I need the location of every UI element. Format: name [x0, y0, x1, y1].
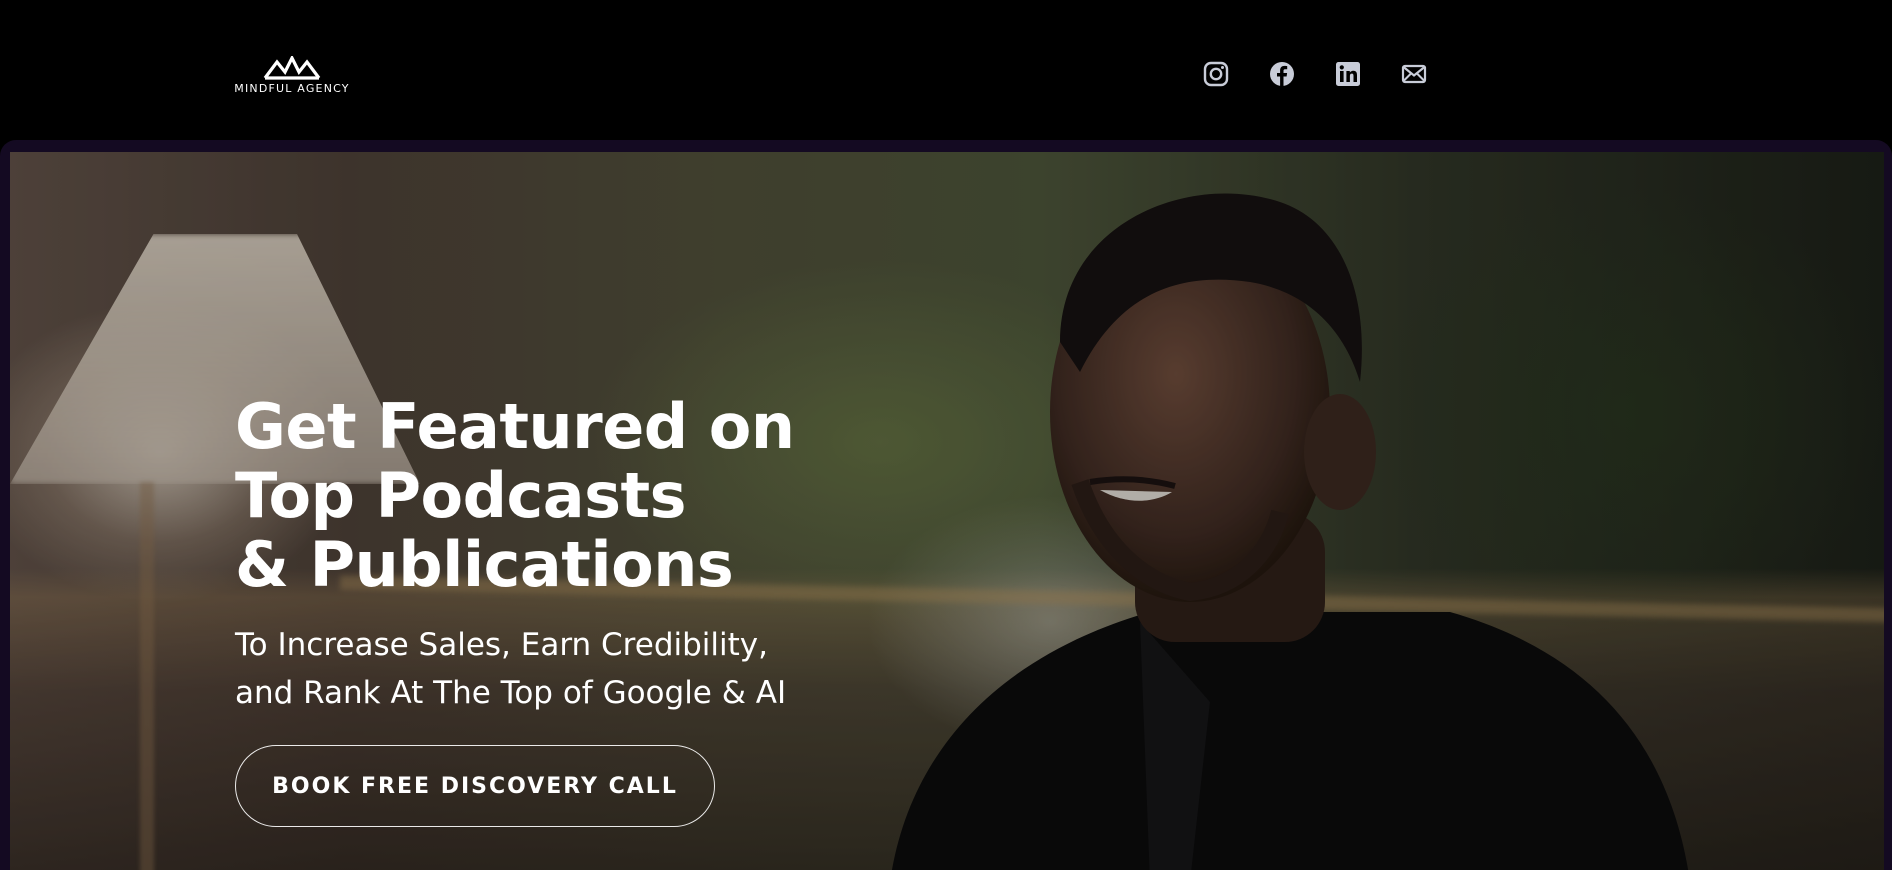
subheadline-line: To Increase Sales, Earn Credibility, — [235, 627, 768, 663]
hero-headline: Get Featured on Top Podcasts & Publicati… — [235, 392, 935, 599]
linkedin-link[interactable] — [1334, 60, 1362, 88]
site-header: MINDFUL AGENCY — [0, 0, 1892, 140]
mountain-logo-icon — [263, 56, 321, 80]
mail-icon — [1401, 64, 1427, 84]
headline-line: Get Featured on — [235, 390, 795, 463]
social-links — [1202, 60, 1428, 88]
instagram-icon — [1203, 61, 1229, 87]
facebook-link[interactable] — [1268, 60, 1296, 88]
book-discovery-call-button[interactable]: BOOK FREE DISCOVERY CALL — [235, 745, 715, 827]
instagram-link[interactable] — [1202, 60, 1230, 88]
facebook-icon — [1270, 62, 1294, 86]
linkedin-icon — [1336, 62, 1360, 86]
hero-video-background: Get Featured on Top Podcasts & Publicati… — [10, 152, 1884, 870]
hero-content: Get Featured on Top Podcasts & Publicati… — [235, 392, 935, 827]
brand-logo[interactable]: MINDFUL AGENCY — [228, 56, 356, 95]
headline-line: & Publications — [235, 528, 734, 601]
subheadline-line: and Rank At The Top of Google & AI — [235, 675, 787, 711]
headline-line: Top Podcasts — [235, 459, 687, 532]
hero-subheadline: To Increase Sales, Earn Credibility, and… — [235, 621, 935, 717]
brand-name: MINDFUL AGENCY — [234, 82, 350, 95]
email-link[interactable] — [1400, 60, 1428, 88]
